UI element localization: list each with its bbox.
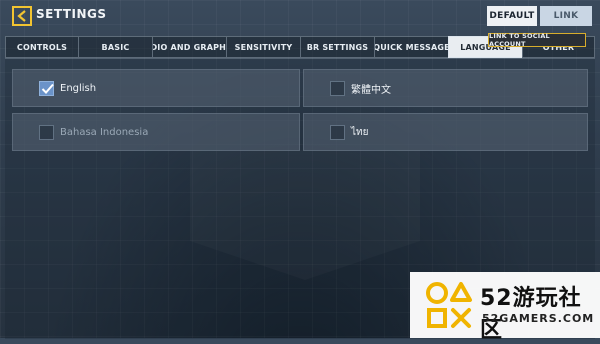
- language-option-english[interactable]: English: [12, 69, 300, 107]
- tab-audio-and-graphics[interactable]: AUDIO AND GRAPHICS: [152, 36, 226, 58]
- tab-sensitivity[interactable]: SENSITIVITY: [226, 36, 300, 58]
- back-button[interactable]: [12, 6, 32, 26]
- checkbox-icon[interactable]: [330, 124, 345, 140]
- language-label: Bahasa Indonesia: [60, 126, 149, 138]
- language-label: English: [60, 82, 97, 94]
- tab-controls[interactable]: CONTROLS: [5, 36, 78, 58]
- default-button[interactable]: DEFAULT: [487, 6, 537, 26]
- link-button[interactable]: LINK: [540, 6, 592, 26]
- tab-br-settings[interactable]: BR SETTINGS: [300, 36, 374, 58]
- watermark: 52游玩社区 52GAMERS.COM: [410, 272, 600, 343]
- language-option-traditional-chinese[interactable]: 繁體中文: [303, 69, 588, 107]
- watermark-logo-icon: [426, 282, 472, 328]
- page-title: SETTINGS: [36, 7, 107, 21]
- back-arrow-icon: [17, 10, 26, 22]
- language-label: ไทย: [351, 126, 369, 138]
- checkbox-checked-icon[interactable]: [39, 80, 54, 96]
- language-label: 繁體中文: [351, 84, 391, 96]
- link-social-tooltip: LINK TO SOCIAL ACCOUNT: [488, 32, 586, 48]
- tab-quick-message[interactable]: QUICK MESSAGE: [374, 36, 448, 58]
- language-option-bahasa-indonesia[interactable]: Bahasa Indonesia: [12, 113, 300, 151]
- checkbox-icon[interactable]: [330, 80, 345, 96]
- tab-basic[interactable]: BASIC: [78, 36, 152, 58]
- language-option-thai[interactable]: ไทย: [303, 113, 588, 151]
- checkbox-icon[interactable]: [39, 124, 54, 140]
- watermark-site: 52GAMERS.COM: [482, 312, 595, 325]
